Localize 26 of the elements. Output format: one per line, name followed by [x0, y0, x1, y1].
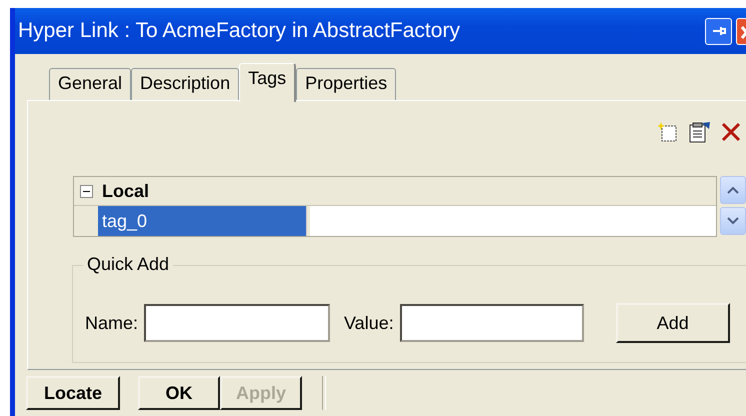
- tag-name-cell[interactable]: tag_0: [98, 206, 307, 236]
- chevron-up-icon: [727, 186, 739, 194]
- dialog-button[interactable]: OK: [138, 376, 220, 410]
- input-field[interactable]: [144, 304, 330, 342]
- scroll-down-button[interactable]: [720, 207, 746, 235]
- tab[interactable]: Properties: [296, 68, 396, 100]
- window-title: Hyper Link : To AcmeFactory in AbstractFactory: [18, 19, 460, 43]
- pin-icon: [712, 26, 726, 36]
- properties-icon[interactable]: [688, 121, 712, 143]
- dialog-button[interactable]: Locate: [26, 376, 120, 410]
- add-button[interactable]: Add: [616, 303, 730, 343]
- chevron-down-icon: [727, 217, 739, 225]
- tab[interactable]: Tags: [239, 63, 296, 102]
- input-field[interactable]: [400, 304, 584, 342]
- group-title: Quick Add: [83, 254, 174, 275]
- group-header: Local: [101, 180, 150, 202]
- field-label: Value:: [344, 312, 394, 334]
- pin-button[interactable]: [705, 18, 732, 44]
- tag-value-cell[interactable]: [307, 206, 716, 236]
- field-label: Name:: [85, 312, 138, 334]
- delete-icon[interactable]: [720, 121, 742, 143]
- collapse-icon[interactable]: [80, 184, 92, 198]
- tab[interactable]: Description: [131, 68, 240, 100]
- scroll-up-button[interactable]: [720, 176, 746, 204]
- close-button[interactable]: [736, 18, 746, 44]
- tab[interactable]: General: [49, 68, 132, 100]
